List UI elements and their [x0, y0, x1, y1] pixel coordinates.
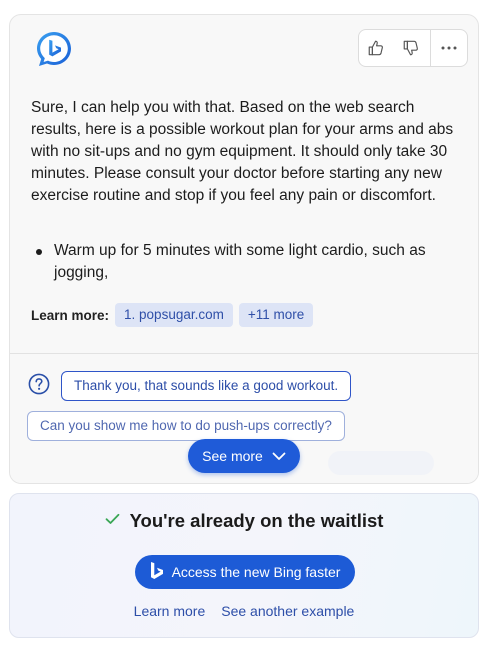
answer-bullet-list: Warm up for 5 minutes with some light ca… — [31, 240, 461, 284]
checkmark-icon — [105, 512, 120, 530]
thumbs-down-icon[interactable] — [393, 30, 427, 66]
see-another-example-link[interactable]: See another example — [221, 603, 354, 619]
waitlist-links: Learn more See another example — [10, 603, 478, 619]
see-more-button[interactable]: See more — [188, 439, 300, 473]
list-item: Warm up for 5 minutes with some light ca… — [31, 240, 461, 284]
access-button-label: Access the new Bing faster — [171, 564, 341, 580]
suggestion-chip-push-ups[interactable]: Can you show me how to do push-ups corre… — [27, 411, 345, 441]
learn-more-link[interactable]: Learn more — [134, 603, 206, 619]
learn-more-label: Learn more: — [31, 307, 110, 323]
thumbs-up-icon[interactable] — [359, 30, 393, 66]
chat-response-card: Sure, I can help you with that. Based on… — [9, 14, 479, 484]
waitlist-card: You're already on the waitlist Access th… — [9, 493, 479, 638]
more-sources-link[interactable]: +11 more — [238, 303, 314, 327]
access-new-bing-button[interactable]: Access the new Bing faster — [135, 555, 355, 589]
chevron-down-icon — [272, 448, 286, 464]
bing-chat-icon — [34, 29, 74, 69]
divider — [10, 353, 478, 354]
waitlist-title: You're already on the waitlist — [129, 510, 384, 531]
question-mark-icon — [28, 373, 50, 395]
answer-text: Sure, I can help you with that. Based on… — [31, 99, 454, 204]
hidden-suggestion-chip — [328, 451, 434, 475]
bing-logo-icon — [150, 561, 164, 583]
learn-more-row: Learn more: 1. popsugar.com +11 more — [31, 303, 314, 327]
waitlist-heading: You're already on the waitlist — [10, 510, 478, 532]
see-more-label: See more — [202, 448, 263, 464]
feedback-bar — [358, 29, 468, 67]
more-options-icon[interactable] — [429, 30, 467, 66]
source-link-popsugar[interactable]: 1. popsugar.com — [115, 303, 233, 327]
suggestion-chip-thank-you[interactable]: Thank you, that sounds like a good worko… — [61, 371, 352, 401]
